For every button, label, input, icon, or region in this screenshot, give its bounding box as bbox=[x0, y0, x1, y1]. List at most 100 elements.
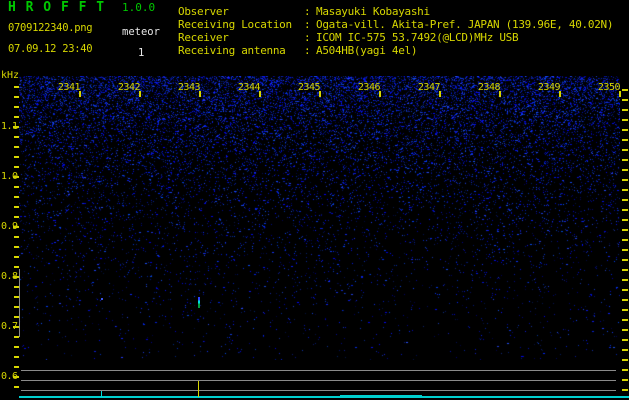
freq-minor-tick bbox=[14, 386, 19, 388]
time-tick-label: 2344 bbox=[237, 82, 261, 93]
minute-tick bbox=[379, 91, 381, 97]
minute-tick bbox=[439, 91, 441, 97]
right-axis-tick bbox=[622, 299, 628, 301]
right-axis-tick bbox=[622, 309, 628, 311]
freq-major-tick bbox=[13, 326, 19, 328]
echo-count: 1 bbox=[138, 47, 145, 59]
time-tick-label: 2350 bbox=[597, 82, 621, 93]
right-axis-tick bbox=[622, 319, 628, 321]
right-axis-tick bbox=[622, 139, 628, 141]
right-axis-tick bbox=[622, 339, 628, 341]
minute-tick bbox=[199, 91, 201, 97]
right-axis-tick bbox=[622, 269, 628, 271]
spectrogram-canvas bbox=[19, 76, 620, 360]
freq-minor-tick bbox=[14, 116, 19, 118]
station-info-row: Observer: Masayuki Kobayashi bbox=[178, 5, 613, 18]
freq-major-tick bbox=[13, 376, 19, 378]
info-value: Ogata-vill. Akita-Pref. JAPAN (139.96E, … bbox=[316, 18, 614, 31]
level-reference-line bbox=[21, 380, 616, 381]
timestamp: 07.09.12 23:40 bbox=[8, 43, 93, 55]
right-axis-tick bbox=[622, 189, 628, 191]
freq-minor-tick bbox=[14, 186, 19, 188]
info-label: Receiving Location bbox=[178, 18, 292, 31]
freq-minor-tick bbox=[14, 166, 19, 168]
level-baseline-bump bbox=[340, 395, 422, 396]
right-axis-tick bbox=[622, 199, 628, 201]
time-tick-label: 2345 bbox=[297, 82, 321, 93]
right-axis-tick bbox=[622, 389, 628, 391]
station-info-block: Observer: Masayuki Kobayashi Receiving Loc… bbox=[178, 5, 613, 57]
freq-minor-tick bbox=[14, 366, 19, 368]
right-axis-tick bbox=[622, 129, 628, 131]
meteor-echo bbox=[198, 297, 200, 308]
right-axis-tick bbox=[622, 289, 628, 291]
right-axis-tick bbox=[622, 249, 628, 251]
time-tick-label: 2342 bbox=[117, 82, 141, 93]
right-axis-tick bbox=[622, 229, 628, 231]
right-axis-tick bbox=[622, 109, 628, 111]
freq-minor-tick bbox=[14, 356, 19, 358]
minute-tick bbox=[79, 91, 81, 97]
right-axis-tick bbox=[622, 219, 628, 221]
observation-mode-label: meteor bbox=[122, 26, 160, 38]
minute-tick bbox=[319, 91, 321, 97]
app-title: H R O F F T bbox=[8, 0, 106, 15]
freq-minor-tick bbox=[14, 286, 19, 288]
info-separator: : bbox=[304, 44, 311, 57]
right-axis-tick bbox=[622, 359, 628, 361]
app-version: 1.0.0 bbox=[122, 1, 156, 14]
level-spike bbox=[101, 391, 102, 397]
right-axis-tick bbox=[622, 159, 628, 161]
minute-tick bbox=[619, 91, 621, 97]
freq-minor-tick bbox=[14, 146, 19, 148]
freq-minor-tick bbox=[14, 316, 19, 318]
time-tick-label: 2348 bbox=[477, 82, 501, 93]
info-separator: : bbox=[304, 18, 311, 31]
time-tick-label: 2346 bbox=[357, 82, 381, 93]
time-tick-label: 2349 bbox=[537, 82, 561, 93]
freq-major-tick bbox=[13, 276, 19, 278]
level-baseline bbox=[19, 396, 629, 398]
freq-minor-tick bbox=[14, 136, 19, 138]
vertical-scale-bar bbox=[19, 269, 20, 337]
right-axis-tick bbox=[622, 379, 628, 381]
right-axis-tick bbox=[622, 179, 628, 181]
output-filename: 0709122340.png bbox=[8, 22, 93, 34]
freq-minor-tick bbox=[14, 246, 19, 248]
freq-minor-tick bbox=[14, 96, 19, 98]
freq-minor-tick bbox=[14, 346, 19, 348]
info-separator: : bbox=[304, 31, 311, 44]
freq-minor-tick bbox=[14, 196, 19, 198]
freq-axis-unit-label: kHz bbox=[1, 70, 20, 81]
info-value: ICOM IC-575 53.7492(@LCD)MHz USB bbox=[316, 31, 519, 44]
minute-tick bbox=[139, 91, 141, 97]
right-axis-tick bbox=[622, 239, 628, 241]
info-label: Observer bbox=[178, 5, 229, 18]
freq-major-tick bbox=[13, 126, 19, 128]
time-tick-label: 2347 bbox=[417, 82, 441, 93]
info-value: Masayuki Kobayashi bbox=[316, 5, 430, 18]
right-axis-tick bbox=[622, 259, 628, 261]
minute-tick bbox=[559, 91, 561, 97]
freq-minor-tick bbox=[14, 336, 19, 338]
freq-minor-tick bbox=[14, 106, 19, 108]
meteor-echo bbox=[101, 298, 103, 300]
right-axis-tick bbox=[622, 209, 628, 211]
right-axis-tick bbox=[622, 89, 628, 91]
time-tick-label: 2343 bbox=[177, 82, 201, 93]
freq-minor-tick bbox=[14, 256, 19, 258]
right-axis-tick bbox=[622, 329, 628, 331]
info-separator: : bbox=[304, 5, 311, 18]
freq-minor-tick bbox=[14, 86, 19, 88]
info-value: A504HB(yagi 4el) bbox=[316, 44, 418, 57]
right-axis-tick bbox=[622, 119, 628, 121]
time-tick-label: 2341 bbox=[57, 82, 81, 93]
freq-minor-tick bbox=[14, 216, 19, 218]
right-axis-tick bbox=[622, 349, 628, 351]
level-spike bbox=[198, 381, 199, 397]
right-axis-tick bbox=[622, 149, 628, 151]
minute-tick bbox=[259, 91, 261, 97]
level-reference-line bbox=[21, 370, 616, 371]
info-label: Receiving antenna bbox=[178, 44, 286, 57]
freq-minor-tick bbox=[14, 266, 19, 268]
